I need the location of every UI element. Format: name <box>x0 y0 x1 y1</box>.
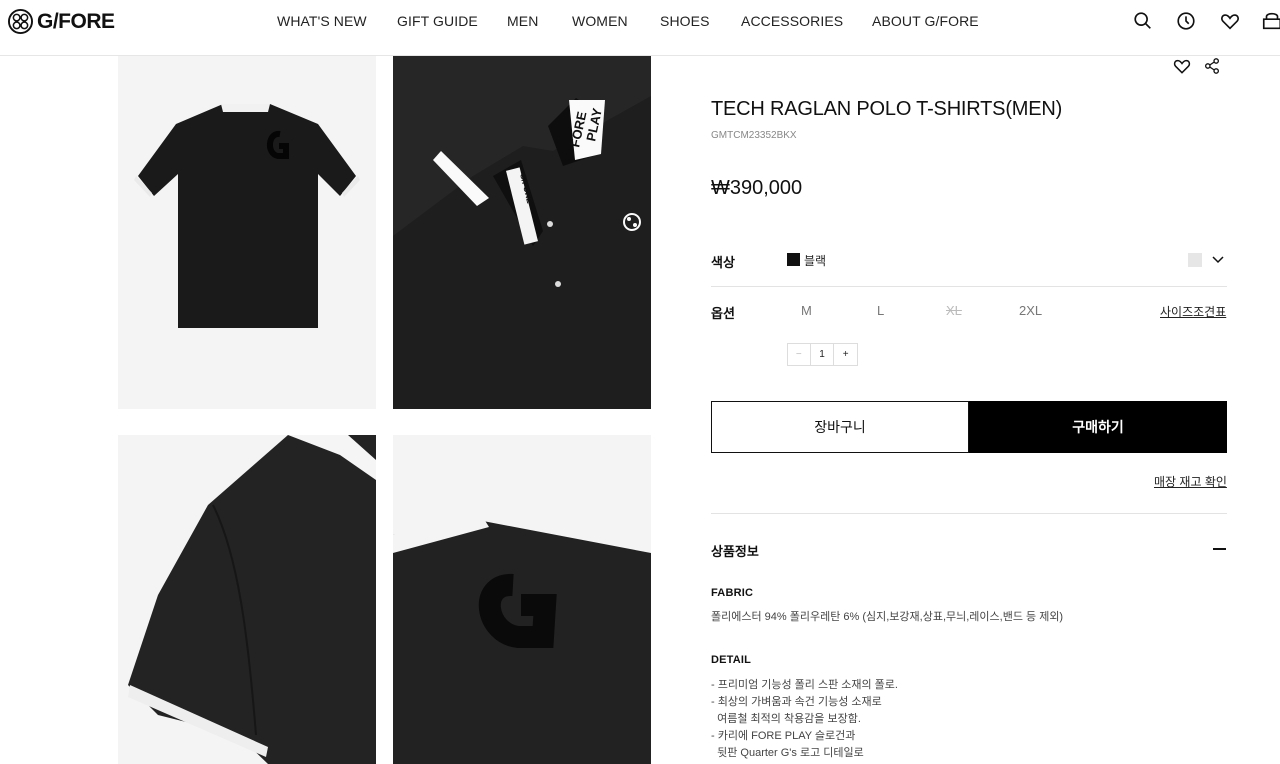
color-chip[interactable] <box>1188 253 1202 267</box>
product-image-back-detail[interactable] <box>393 435 651 764</box>
product-title: TECH RAGLAN POLO T-SHIRTS(MEN) <box>711 98 1063 120</box>
store-stock-link[interactable]: 매장 재고 확인 <box>1154 473 1227 490</box>
divider <box>711 513 1227 514</box>
nav-about[interactable]: ABOUT G/FORE <box>872 13 979 29</box>
quantity-stepper: − 1 + <box>787 343 858 366</box>
quantity-increase-button[interactable]: + <box>834 344 857 365</box>
option-label: 옵션 <box>711 306 735 321</box>
product-image-collar-front[interactable]: FORE PLAY G/FORE <box>393 56 651 409</box>
collapse-minus-icon[interactable] <box>1213 548 1226 550</box>
fabric-text: 폴리에스터 94% 폴리우레탄 6% (심지,보강재,상표,무늬,레이스,밴드 … <box>711 611 1064 623</box>
cart-bag-icon[interactable] <box>1261 10 1280 32</box>
product-image-back[interactable] <box>118 56 376 409</box>
shirt-back-illustration <box>134 104 360 328</box>
product-image-sleeve[interactable] <box>118 435 376 764</box>
add-to-cart-button[interactable]: 장바구니 <box>711 401 969 453</box>
product-info-title[interactable]: 상품정보 <box>711 541 759 560</box>
back-logo-illustration <box>393 511 651 764</box>
detail-line: - 카리에 FORE PLAY 슬로건과 <box>711 730 856 742</box>
sleeve-closeup-illustration <box>128 435 376 764</box>
collar-closeup-illustration: FORE PLAY G/FORE <box>393 56 651 409</box>
size-chart-link[interactable]: 사이즈조견표 <box>1160 303 1226 320</box>
color-swatch <box>787 253 800 266</box>
nav-whats-new[interactable]: WHAT'S NEW <box>277 13 367 29</box>
product-sku: GMTCM23352BKX <box>711 130 797 141</box>
fabric-heading: FABRIC <box>711 587 754 599</box>
buy-now-button[interactable]: 구매하기 <box>969 401 1227 453</box>
size-option-xl: XL <box>946 303 962 318</box>
detail-heading: DETAIL <box>711 654 752 666</box>
detail-line: 뒷판 Quarter G's 로고 디테일로 <box>711 747 864 759</box>
detail-line: 여름철 최적의 착용감을 보장함. <box>711 713 861 725</box>
nav-women[interactable]: WOMEN <box>572 13 628 29</box>
product-price: ₩390,000 <box>711 177 803 199</box>
quantity-decrease-button[interactable]: − <box>788 344 811 365</box>
size-option-l[interactable]: L <box>877 303 884 318</box>
detail-line: - 프리미엄 기능성 폴리 스판 소재의 폴로. <box>711 679 898 691</box>
size-option-m[interactable]: M <box>801 303 812 318</box>
site-header: G/FORE WHAT'S NEW GIFT GUIDE MEN WOMEN S… <box>0 0 1280 56</box>
detail-line: - 최상의 가벼움과 속건 기능성 소재로 <box>711 696 882 708</box>
nav-men[interactable]: MEN <box>507 13 538 29</box>
wishlist-heart-icon[interactable] <box>1219 10 1241 32</box>
color-label: 색상 <box>711 255 735 270</box>
nav-shoes[interactable]: SHOES <box>660 13 710 29</box>
nav-gift-guide[interactable]: GIFT GUIDE <box>397 13 478 29</box>
recent-history-icon[interactable] <box>1175 10 1197 32</box>
quantity-value[interactable]: 1 <box>811 344 835 365</box>
nav-accessories[interactable]: ACCESSORIES <box>741 13 843 29</box>
share-icon[interactable] <box>1202 56 1222 76</box>
product-actions <box>1172 56 1222 76</box>
divider <box>711 286 1227 287</box>
size-option-2xl[interactable]: 2XL <box>1019 303 1042 318</box>
search-icon[interactable] <box>1132 10 1154 32</box>
main-nav: WHAT'S NEW GIFT GUIDE MEN WOMEN SHOES AC… <box>0 13 1280 33</box>
wishlist-heart-icon[interactable] <box>1172 56 1192 76</box>
color-value: 블랙 <box>804 254 827 268</box>
chevron-down-icon[interactable] <box>1210 252 1226 268</box>
